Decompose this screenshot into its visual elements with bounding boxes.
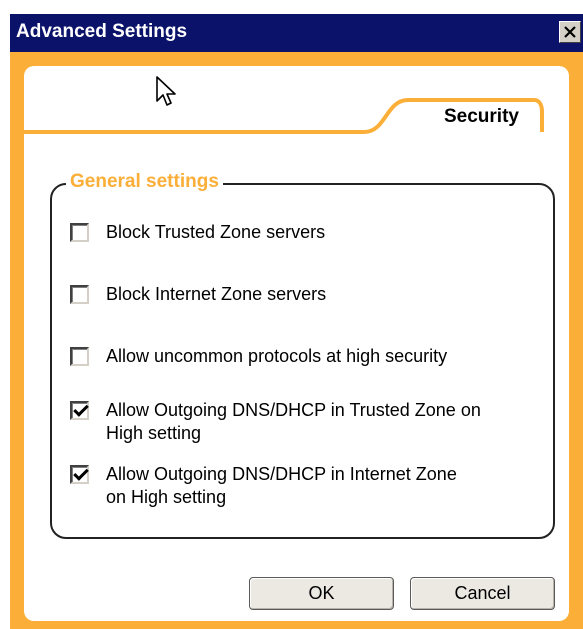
option-label: Allow Outgoing DNS/DHCP in Trusted Zone … — [106, 400, 481, 443]
option-allow-uncommon-protocols[interactable]: Allow uncommon protocols at high securit… — [70, 345, 486, 368]
tab-security[interactable]: Security — [444, 106, 519, 128]
general-settings-group: General settings Block Trusted Zone serv… — [50, 171, 555, 539]
option-allow-dns-dhcp-trusted[interactable]: Allow Outgoing DNS/DHCP in Trusted Zone … — [70, 399, 481, 445]
title-bar[interactable]: Advanced Settings — [10, 14, 583, 52]
dialog-frame: Security General settings Block Trusted … — [10, 52, 583, 629]
close-button[interactable] — [559, 21, 581, 43]
checkbox-checked[interactable] — [70, 401, 89, 420]
dialog-panel: Security General settings Block Trusted … — [24, 66, 569, 621]
ok-button[interactable]: OK — [249, 577, 394, 610]
checkbox[interactable] — [70, 347, 89, 366]
group-legend: General settings — [66, 171, 223, 193]
window-title: Advanced Settings — [16, 21, 188, 42]
cancel-button[interactable]: Cancel — [410, 577, 555, 610]
advanced-settings-window: Advanced Settings Security General setti… — [10, 14, 583, 629]
option-label: Allow uncommon protocols at high securit… — [106, 346, 448, 366]
checkbox-checked[interactable] — [70, 465, 89, 484]
option-label: Block Internet Zone servers — [106, 284, 327, 304]
option-block-trusted-zone-servers[interactable]: Block Trusted Zone servers — [70, 221, 486, 244]
option-allow-dns-dhcp-internet[interactable]: Allow Outgoing DNS/DHCP in Internet Zone… — [70, 463, 481, 509]
close-icon — [564, 26, 576, 38]
checkbox[interactable] — [70, 285, 89, 304]
option-block-internet-zone-servers[interactable]: Block Internet Zone servers — [70, 283, 486, 306]
option-label: Allow Outgoing DNS/DHCP in Internet Zone… — [106, 464, 457, 507]
option-label: Block Trusted Zone servers — [106, 222, 326, 242]
mouse-pointer-icon — [156, 76, 176, 106]
checkbox[interactable] — [70, 223, 89, 242]
